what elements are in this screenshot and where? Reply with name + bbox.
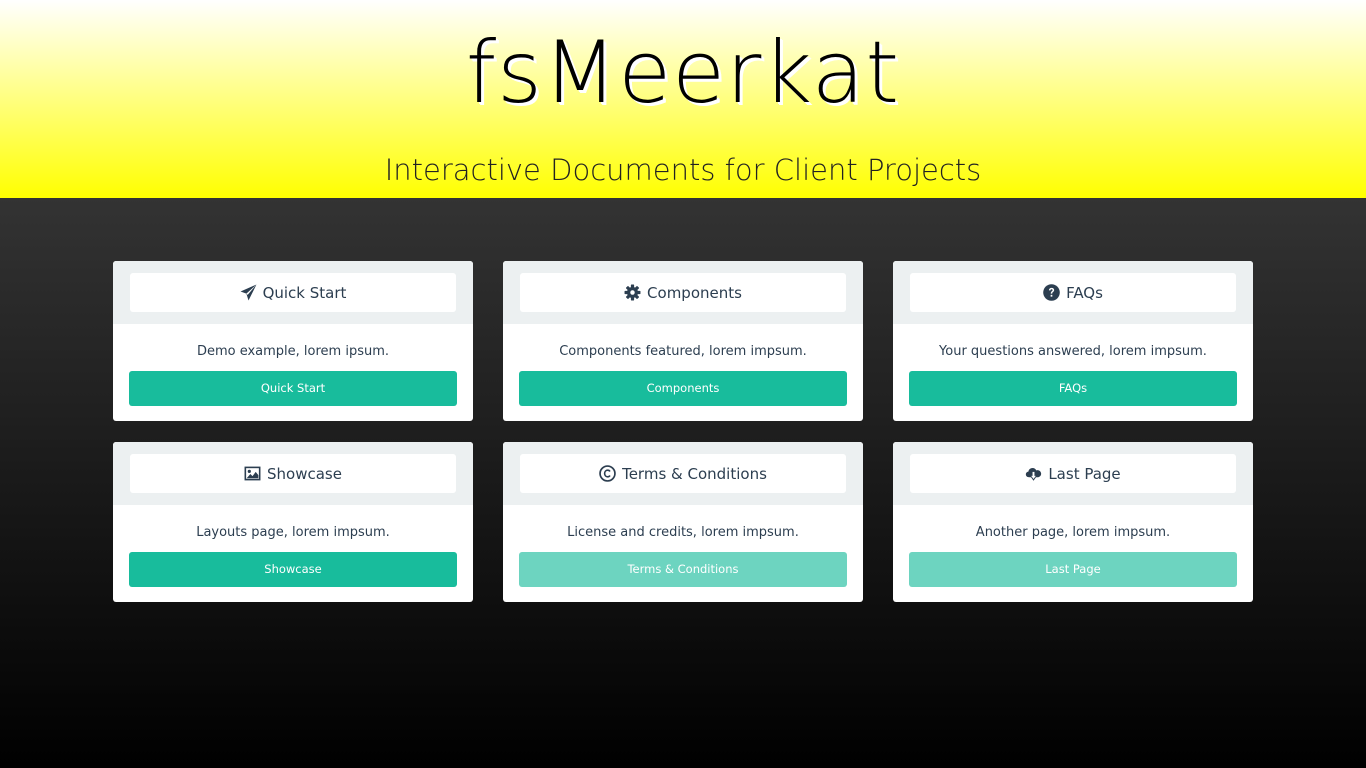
- card-header: Quick Start: [113, 261, 473, 324]
- site-title: fsMeerkat: [465, 23, 901, 123]
- card-terms: Terms & Conditions License and credits, …: [503, 442, 863, 602]
- card-title: Terms & Conditions: [622, 464, 767, 483]
- card-title-box: Components: [520, 273, 846, 312]
- card-body: Layouts page, lorem impsum. Showcase: [113, 522, 473, 587]
- card-description: Layouts page, lorem impsum.: [196, 525, 390, 540]
- hero-banner: fsMeerkat Interactive Documents for Clie…: [0, 0, 1366, 198]
- card-header: Showcase: [113, 442, 473, 505]
- last-page-button[interactable]: Last Page: [909, 552, 1237, 587]
- card-header: Terms & Conditions: [503, 442, 863, 505]
- components-button[interactable]: Components: [519, 371, 847, 406]
- card-title: Showcase: [267, 464, 342, 483]
- faqs-button[interactable]: FAQs: [909, 371, 1237, 406]
- card-title: Quick Start: [262, 283, 347, 302]
- card-title: FAQs: [1066, 283, 1103, 302]
- card-description: Demo example, lorem ipsum.: [196, 344, 390, 359]
- card-body: Demo example, lorem ipsum. Quick Start: [113, 341, 473, 406]
- card-faqs: FAQs Your questions answered, lorem imps…: [893, 261, 1253, 421]
- card-title-box: Quick Start: [130, 273, 456, 312]
- paper-plane-icon: [240, 284, 257, 301]
- card-body: License and credits, lorem impsum. Terms…: [503, 522, 863, 587]
- card-header: Components: [503, 261, 863, 324]
- card-title-box: Showcase: [130, 454, 456, 493]
- card-title: Last Page: [1048, 464, 1121, 483]
- card-description: Another page, lorem impsum.: [975, 525, 1171, 540]
- site-subtitle: Interactive Documents for Client Project…: [384, 153, 982, 187]
- card-header: FAQs: [893, 261, 1253, 324]
- card-header: Last Page: [893, 442, 1253, 505]
- card-showcase: Showcase Layouts page, lorem impsum. Sho…: [113, 442, 473, 602]
- card-title-box: FAQs: [910, 273, 1236, 312]
- showcase-button[interactable]: Showcase: [129, 552, 457, 587]
- card-description: Components featured, lorem impsum.: [559, 344, 807, 359]
- card-body: Your questions answered, lorem impsum. F…: [893, 341, 1253, 406]
- card-description: Your questions answered, lorem impsum.: [939, 344, 1207, 359]
- gear-icon: [624, 284, 641, 301]
- card-components: Components Components featured, lorem im…: [503, 261, 863, 421]
- card-title-box: Last Page: [910, 454, 1236, 493]
- image-icon: [244, 465, 261, 482]
- card-body: Components featured, lorem impsum. Compo…: [503, 341, 863, 406]
- card-quick-start: Quick Start Demo example, lorem ipsum. Q…: [113, 261, 473, 421]
- card-title-box: Terms & Conditions: [520, 454, 846, 493]
- card-body: Another page, lorem impsum. Last Page: [893, 522, 1253, 587]
- card-description: License and credits, lorem impsum.: [567, 525, 799, 540]
- card-grid: Quick Start Demo example, lorem ipsum. Q…: [113, 261, 1253, 602]
- card-last-page: Last Page Another page, lorem impsum. La…: [893, 442, 1253, 602]
- cloud-download-icon: [1025, 465, 1042, 482]
- copyright-icon: [599, 465, 616, 482]
- terms-button[interactable]: Terms & Conditions: [519, 552, 847, 587]
- card-title: Components: [647, 283, 742, 302]
- question-circle-icon: [1043, 284, 1060, 301]
- quick-start-button[interactable]: Quick Start: [129, 371, 457, 406]
